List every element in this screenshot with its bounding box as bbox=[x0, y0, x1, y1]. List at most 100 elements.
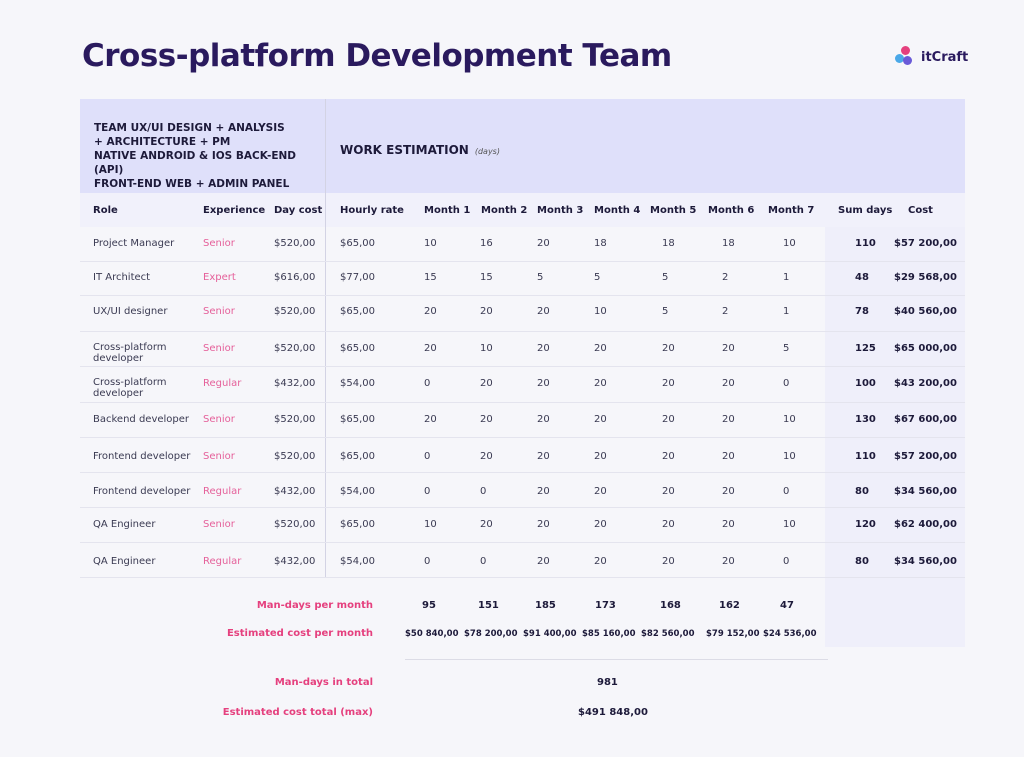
man-days-month-1: 95 bbox=[422, 600, 436, 611]
logo-text: itCraft bbox=[921, 49, 969, 65]
work-estimation-unit: (days) bbox=[474, 147, 500, 156]
man-days-per-month-label: Man-days per month bbox=[256, 600, 373, 611]
column-header-hourly-rate: Hourly rate bbox=[340, 205, 404, 216]
month-6-cell: 20 bbox=[722, 519, 735, 530]
cost-cell: $67 600,00 bbox=[894, 414, 957, 425]
cost-cell: $43 200,00 bbox=[894, 378, 957, 389]
month-3-cell: 20 bbox=[537, 486, 550, 497]
day-cost-cell: $432,00 bbox=[274, 486, 316, 497]
month-6-cell: 20 bbox=[722, 414, 735, 425]
month-7-cell: 5 bbox=[783, 343, 790, 354]
month-5-cell: 18 bbox=[662, 238, 675, 249]
column-header-day-cost: Day cost bbox=[274, 205, 323, 216]
cost-month-1: $50 840,00 bbox=[405, 629, 459, 639]
sum-days-cell: 48 bbox=[855, 272, 869, 283]
month-3-cell: 20 bbox=[537, 414, 550, 425]
month-2-cell: 0 bbox=[480, 556, 487, 567]
month-5-cell: 5 bbox=[662, 306, 669, 317]
cost-total-label: Estimated cost total (max) bbox=[222, 707, 373, 718]
man-days-total-value: 981 bbox=[597, 677, 618, 688]
cost-month-6: $79 152,00 bbox=[706, 629, 760, 639]
month-7-cell: 0 bbox=[783, 556, 790, 567]
day-cost-cell: $432,00 bbox=[274, 556, 316, 567]
cost-total-value: $491 848,00 bbox=[578, 707, 648, 718]
month-7-cell: 10 bbox=[783, 519, 796, 530]
work-estimation-heading: WORK ESTIMATION (days) bbox=[340, 143, 500, 157]
month-1-cell: 20 bbox=[424, 343, 437, 354]
man-days-month-4: 173 bbox=[595, 600, 616, 611]
month-3-cell: 20 bbox=[537, 451, 550, 462]
month-4-cell: 18 bbox=[594, 238, 607, 249]
hourly-rate-cell: $65,00 bbox=[340, 519, 375, 530]
month-1-cell: 15 bbox=[424, 272, 437, 283]
month-1-cell: 10 bbox=[424, 238, 437, 249]
cost-month-2: $78 200,00 bbox=[464, 629, 518, 639]
sum-days-cell: 125 bbox=[855, 343, 876, 354]
month-1-cell: 0 bbox=[424, 486, 431, 497]
experience-cell: Senior bbox=[203, 451, 235, 462]
hourly-rate-cell: $54,00 bbox=[340, 556, 375, 567]
month-7-cell: 0 bbox=[783, 486, 790, 497]
row-divider bbox=[80, 331, 965, 332]
hourly-rate-cell: $65,00 bbox=[340, 451, 375, 462]
sum-days-cell: 130 bbox=[855, 414, 876, 425]
row-divider bbox=[80, 507, 965, 508]
column-header-month-2: Month 2 bbox=[481, 205, 528, 216]
month-2-cell: 20 bbox=[480, 451, 493, 462]
month-1-cell: 0 bbox=[424, 556, 431, 567]
day-cost-cell: $616,00 bbox=[274, 272, 316, 283]
month-3-cell: 20 bbox=[537, 378, 550, 389]
month-3-cell: 20 bbox=[537, 556, 550, 567]
cost-cell: $57 200,00 bbox=[894, 238, 957, 249]
cost-cell: $34 560,00 bbox=[894, 556, 957, 567]
column-header-cost: Cost bbox=[908, 205, 933, 216]
role-cell: UX/UI designer bbox=[93, 306, 168, 317]
month-1-cell: 0 bbox=[424, 451, 431, 462]
hourly-rate-cell: $77,00 bbox=[340, 272, 375, 283]
man-days-total-label: Man-days in total bbox=[274, 677, 373, 688]
sum-days-cell: 110 bbox=[855, 451, 876, 462]
sum-days-cell: 80 bbox=[855, 556, 869, 567]
month-3-cell: 20 bbox=[537, 238, 550, 249]
hourly-rate-cell: $65,00 bbox=[340, 414, 375, 425]
header-divider bbox=[325, 99, 326, 577]
month-1-cell: 20 bbox=[424, 306, 437, 317]
month-6-cell: 18 bbox=[722, 238, 735, 249]
team-line: + ARCHITECTURE + PM bbox=[94, 136, 231, 148]
role-cell: IT Architect bbox=[93, 272, 151, 283]
month-4-cell: 20 bbox=[594, 378, 607, 389]
role-cell: Cross-platform developer bbox=[93, 342, 167, 364]
column-header-month-1: Month 1 bbox=[424, 205, 471, 216]
month-4-cell: 20 bbox=[594, 343, 607, 354]
month-5-cell: 20 bbox=[662, 378, 675, 389]
cost-cell: $65 000,00 bbox=[894, 343, 957, 354]
day-cost-cell: $520,00 bbox=[274, 238, 316, 249]
column-header-month-4: Month 4 bbox=[594, 205, 641, 216]
experience-cell: Regular bbox=[203, 556, 242, 567]
page-title: Cross-platform Development Team bbox=[82, 38, 672, 74]
row-divider bbox=[80, 542, 965, 543]
column-header-sum-days: Sum days bbox=[838, 205, 893, 216]
itcraft-logo: itCraft bbox=[895, 46, 968, 68]
month-1-cell: 20 bbox=[424, 414, 437, 425]
column-header-role: Role bbox=[93, 205, 118, 216]
sum-days-cell: 100 bbox=[855, 378, 876, 389]
team-line: TEAM UX/UI DESIGN + ANALYSIS bbox=[94, 122, 285, 134]
logo-mark-icon bbox=[895, 46, 917, 68]
month-6-cell: 2 bbox=[722, 272, 729, 283]
month-5-cell: 20 bbox=[662, 486, 675, 497]
day-cost-cell: $520,00 bbox=[274, 343, 316, 354]
row-divider bbox=[80, 402, 965, 403]
cost-month-7: $24 536,00 bbox=[763, 629, 817, 639]
month-2-cell: 20 bbox=[480, 519, 493, 530]
man-days-month-7: 47 bbox=[780, 600, 794, 611]
month-5-cell: 20 bbox=[662, 556, 675, 567]
month-5-cell: 20 bbox=[662, 451, 675, 462]
month-5-cell: 5 bbox=[662, 272, 669, 283]
month-4-cell: 5 bbox=[594, 272, 601, 283]
column-header-month-3: Month 3 bbox=[537, 205, 584, 216]
sum-days-cell: 120 bbox=[855, 519, 876, 530]
hourly-rate-cell: $65,00 bbox=[340, 238, 375, 249]
month-5-cell: 20 bbox=[662, 519, 675, 530]
role-cell: QA Engineer bbox=[93, 519, 156, 530]
